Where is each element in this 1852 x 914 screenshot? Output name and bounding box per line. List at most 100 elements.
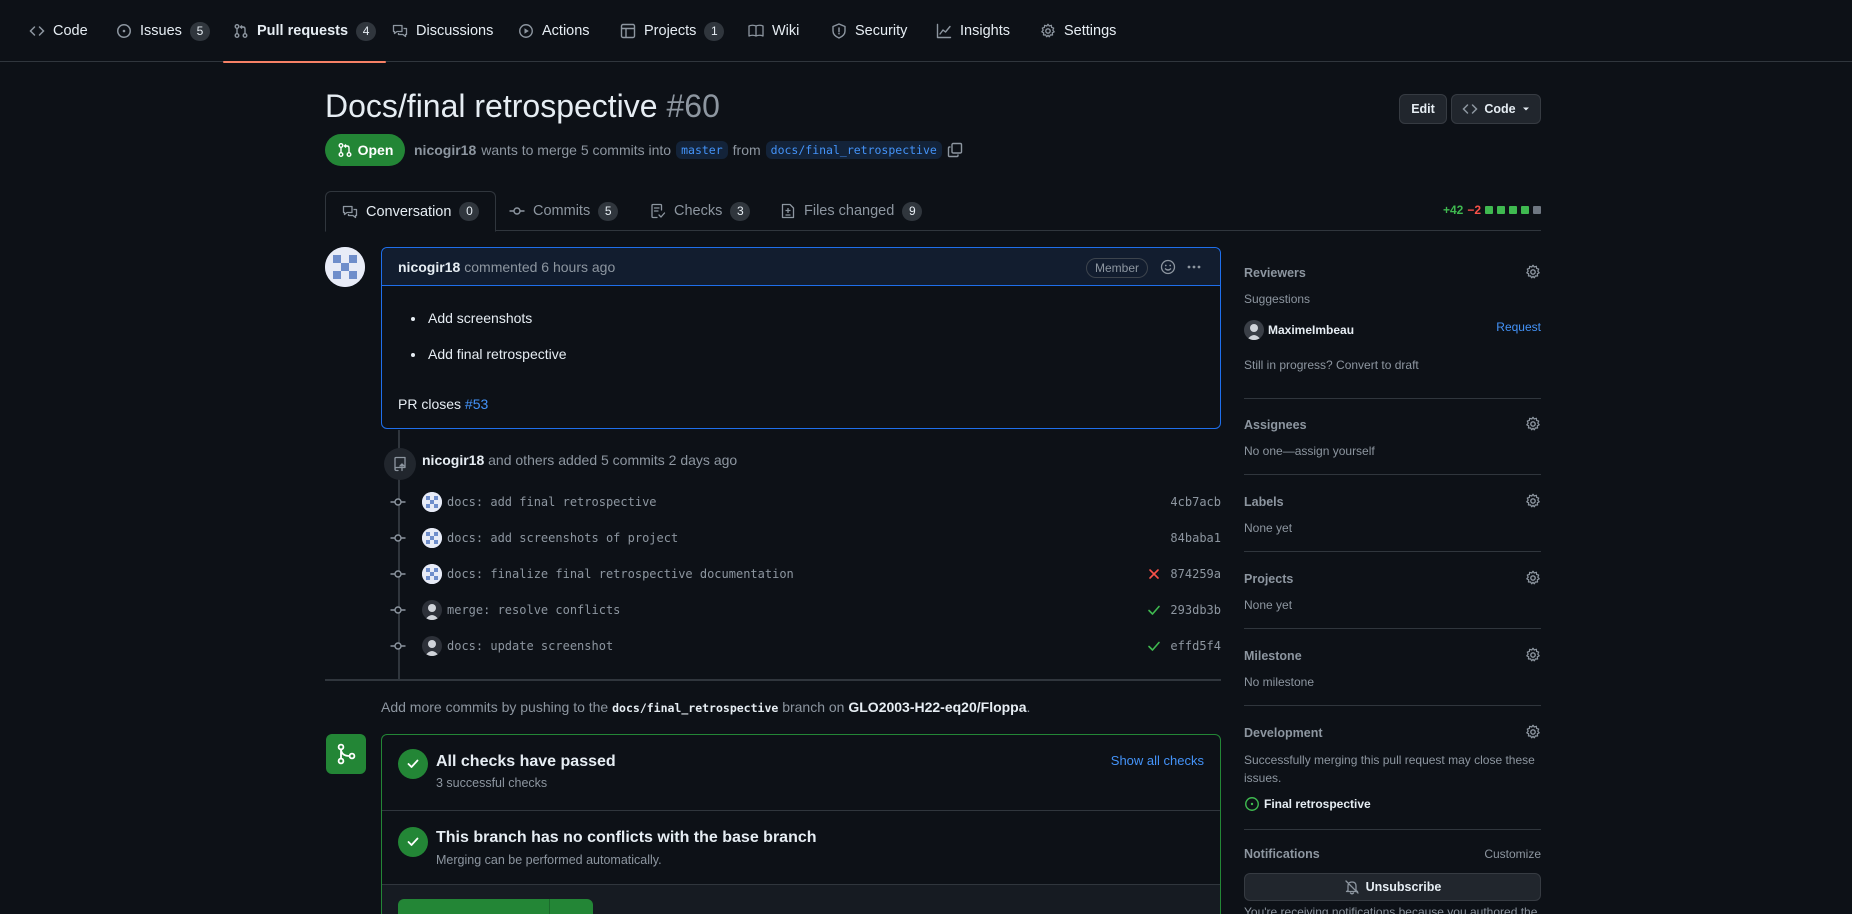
assignees-value[interactable]: No one—assign yourself (1244, 444, 1375, 458)
commit-meta: 293db3b (1146, 602, 1221, 618)
avatar[interactable] (422, 564, 442, 584)
nav-code[interactable]: Code (29, 0, 88, 62)
gear-icon[interactable] (1525, 570, 1541, 586)
code-icon (1462, 101, 1478, 117)
tab-conversation-count: 0 (459, 202, 480, 221)
push-hint-repo[interactable]: GLO2003-H22-eq20/Floppa (848, 699, 1026, 715)
assignees-title: Assignees (1244, 418, 1307, 432)
base-branch[interactable]: master (676, 141, 728, 159)
nav-discussions[interactable]: Discussions (392, 0, 493, 62)
commit-sha-link[interactable]: 4cb7acb (1170, 495, 1221, 509)
nav-actions[interactable]: Actions (518, 0, 590, 62)
tab-conversation[interactable]: Conversation 0 (325, 191, 497, 232)
git-merge-icon (326, 734, 366, 774)
commit-message-link[interactable]: docs: add final retrospective (447, 495, 657, 509)
avatar[interactable] (422, 600, 442, 620)
commit-message-link[interactable]: merge: resolve conflicts (447, 603, 620, 617)
nav-actions-label: Actions (542, 23, 590, 39)
commits-added-text: and others added 5 commits 2 days ago (488, 452, 738, 468)
tab-files-changed[interactable]: Files changed 9 (780, 191, 923, 231)
commits-author[interactable]: nicogir18 (422, 452, 484, 468)
tab-files-changed-label: Files changed (804, 203, 895, 219)
list-item: Add screenshots (426, 310, 567, 326)
customize-notifications-link[interactable]: Customize (1484, 847, 1541, 861)
reviewers-suggestions-label: Suggestions (1244, 292, 1311, 306)
check-icon[interactable] (1146, 638, 1162, 654)
comment-discussion-icon (342, 204, 358, 220)
comment-author[interactable]: nicogir18 (398, 259, 460, 275)
avatar[interactable] (422, 492, 442, 512)
nav-pull-requests-label: Pull requests (257, 23, 349, 39)
nav-code-label: Code (53, 23, 88, 39)
push-hint-suffix: . (1026, 699, 1031, 715)
commit-message-link[interactable]: docs: finalize final retrospective docum… (447, 567, 794, 581)
commit-message-link[interactable]: docs: add screenshots of project (447, 531, 678, 545)
checks-title: All checks have passed (436, 753, 616, 770)
nav-security[interactable]: Security (831, 0, 907, 62)
sidebar-milestone: Milestone No milestone (1244, 646, 1541, 706)
tab-commits[interactable]: Commits 5 (509, 191, 619, 231)
pr-state-badge: Open (325, 134, 405, 166)
code-dropdown-button[interactable]: Code (1451, 94, 1541, 124)
nav-issues[interactable]: Issues 5 (116, 0, 210, 62)
nav-wiki-label: Wiki (772, 23, 800, 39)
gear-icon (1040, 23, 1056, 39)
diffstat-block (1497, 206, 1505, 214)
commit-meta: effd5f4 (1146, 638, 1221, 654)
git-commit-icon (390, 638, 406, 654)
edit-button[interactable]: Edit (1399, 94, 1447, 124)
commit-sha-link[interactable]: 293db3b (1170, 603, 1221, 617)
convert-to-draft-link[interactable]: Still in progress? Convert to draft (1244, 358, 1419, 372)
avatar[interactable] (422, 636, 442, 656)
gear-icon[interactable] (1525, 264, 1541, 280)
conflicts-subtitle: Merging can be performed automatically. (436, 853, 662, 867)
suggested-reviewer[interactable]: MaximeImbeau (1244, 320, 1354, 340)
projects-title: Projects (1244, 572, 1294, 586)
unsubscribe-button[interactable]: Unsubscribe (1244, 873, 1541, 901)
x-icon[interactable] (1146, 566, 1162, 582)
commit-sha-link[interactable]: effd5f4 (1170, 639, 1221, 653)
commit-row: docs: update screenshot effd5f4 (390, 635, 1221, 657)
reviewers-title: Reviewers (1244, 266, 1306, 280)
gear-icon[interactable] (1525, 647, 1541, 663)
check-icon[interactable] (1146, 602, 1162, 618)
head-branch[interactable]: docs/final_retrospective (765, 141, 942, 159)
nav-pull-requests[interactable]: Pull requests 4 (222, 0, 387, 63)
author-avatar[interactable] (325, 247, 365, 287)
pr-number: #60 (666, 88, 720, 124)
commit-row: docs: add screenshots of project 84baba1 (390, 527, 1221, 549)
git-commit-icon (390, 494, 406, 510)
commit-message-link[interactable]: docs: update screenshot (447, 639, 613, 653)
nav-projects[interactable]: Projects 1 (620, 0, 725, 62)
closes-issue-link[interactable]: #53 (465, 396, 488, 412)
show-all-checks-link[interactable]: Show all checks (1111, 753, 1204, 768)
gear-icon[interactable] (1525, 493, 1541, 509)
avatar[interactable] (422, 528, 442, 548)
request-review-link[interactable]: Request (1496, 320, 1541, 334)
nav-settings[interactable]: Settings (1040, 0, 1116, 62)
commit-sha-link[interactable]: 84baba1 (1170, 531, 1221, 545)
gear-icon[interactable] (1525, 416, 1541, 432)
tab-checks[interactable]: Checks 3 (650, 191, 751, 231)
tab-conversation-label: Conversation (366, 203, 452, 220)
pr-author-link[interactable]: nicogir18 (414, 142, 476, 158)
nav-wiki[interactable]: Wiki (748, 0, 799, 62)
linked-issue[interactable]: Final retrospective (1244, 796, 1371, 812)
merge-pull-request-button[interactable] (398, 899, 593, 914)
smiley-icon[interactable] (1160, 259, 1176, 275)
nav-insights[interactable]: Insights (936, 0, 1010, 62)
projects-value: None yet (1244, 598, 1293, 612)
pr-title: Docs/final retrospective #60 (325, 88, 720, 125)
milestone-value: No milestone (1244, 675, 1315, 689)
push-hint-middle: branch on (782, 699, 845, 715)
gear-icon[interactable] (1525, 724, 1541, 740)
development-title: Development (1244, 726, 1323, 740)
commit-sha-link[interactable]: 874259a (1170, 567, 1221, 581)
copy-icon[interactable] (947, 142, 963, 158)
kebab-horizontal-icon[interactable] (1186, 259, 1202, 275)
bell-slash-icon (1344, 879, 1360, 895)
issue-opened-icon (1244, 796, 1260, 812)
checklist-icon (650, 203, 666, 219)
tab-commits-label: Commits (533, 203, 591, 219)
notifications-title: Notifications (1244, 847, 1320, 861)
